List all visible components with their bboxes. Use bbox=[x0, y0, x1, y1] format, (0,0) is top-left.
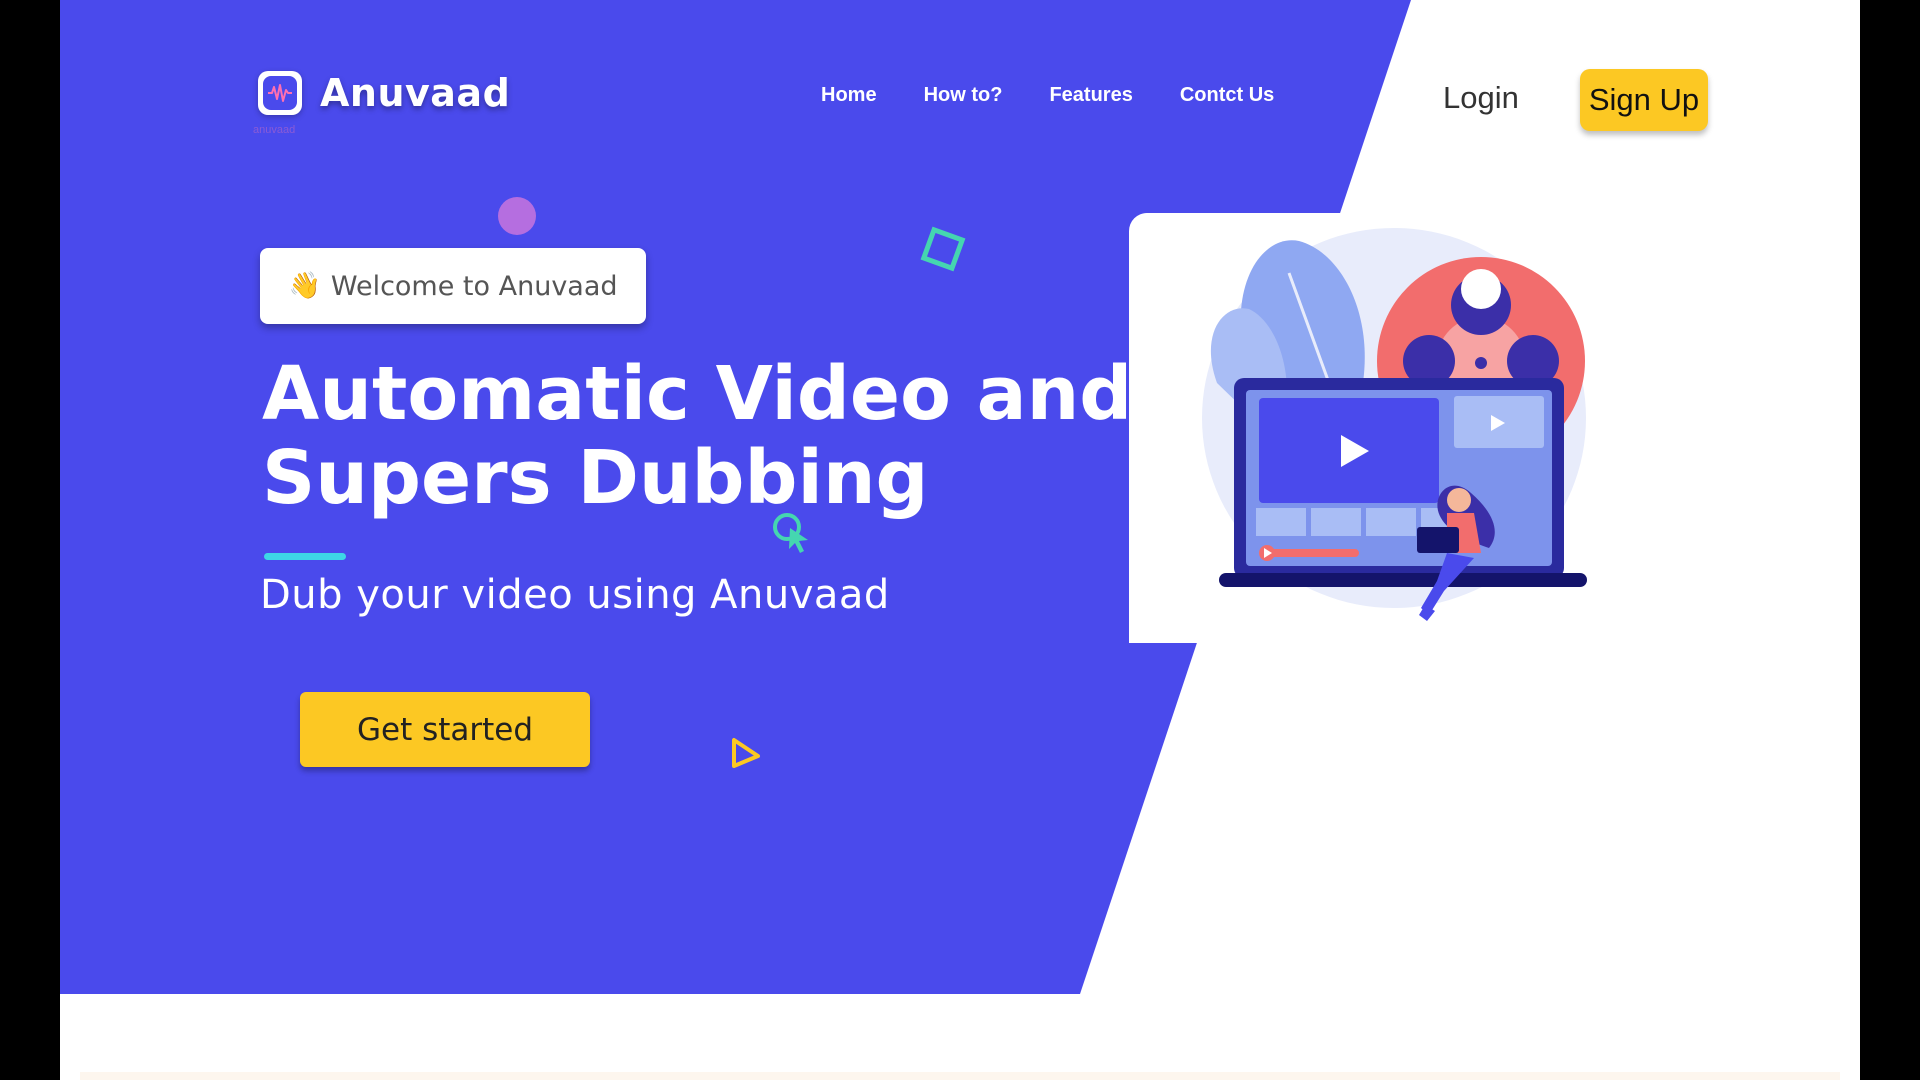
welcome-badge: 👋 Welcome to Anuvaad bbox=[260, 248, 646, 324]
headline-line-2: Supers Dubbing bbox=[262, 435, 929, 521]
nav-how-to[interactable]: How to? bbox=[924, 84, 1003, 107]
diamond-outline-decoration bbox=[920, 226, 966, 272]
hero-subheadline: Dub your video using Anuvaad bbox=[260, 572, 890, 618]
signup-button[interactable]: Sign Up bbox=[1580, 69, 1708, 131]
login-link[interactable]: Login bbox=[1443, 80, 1519, 116]
hero-headline: Automatic Video and Supers Dubbing bbox=[262, 352, 1162, 520]
nav-home[interactable]: Home bbox=[821, 84, 877, 107]
purple-circle-decoration bbox=[498, 197, 536, 235]
illustration-card bbox=[1129, 213, 1649, 643]
nav-features[interactable]: Features bbox=[1049, 84, 1132, 107]
welcome-text: Welcome to Anuvaad bbox=[330, 270, 618, 302]
accent-underline bbox=[264, 553, 346, 560]
waving-hand-icon: 👋 bbox=[288, 271, 321, 301]
video-dubbing-illustration bbox=[1202, 228, 1587, 621]
brand-logo[interactable]: Anuvaad bbox=[258, 71, 510, 115]
triangle-outline-decoration bbox=[732, 738, 760, 768]
headline-line-1: Automatic Video and bbox=[262, 351, 1133, 437]
nav-contact-us[interactable]: Contct Us bbox=[1180, 84, 1274, 107]
main-nav: Home How to? Features Contct Us bbox=[821, 84, 1321, 107]
get-started-button[interactable]: Get started bbox=[300, 692, 590, 767]
landing-page: Anuvaad anuvaad Home How to? Features Co… bbox=[60, 0, 1860, 1080]
brand-subtext: anuvaad bbox=[253, 124, 296, 136]
next-section-edge bbox=[80, 1072, 1840, 1080]
brand-name: Anuvaad bbox=[320, 71, 511, 115]
audio-wave-icon bbox=[258, 71, 302, 115]
